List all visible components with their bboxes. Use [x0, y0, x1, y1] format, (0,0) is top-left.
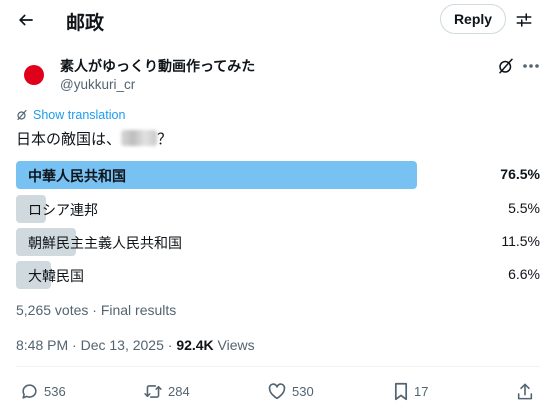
tweet-text-end: ？ [157, 131, 173, 148]
poll-summary: 5,265 votes · Final results [16, 302, 177, 318]
poll-option-label: 朝鮮民主主義人民共和国 [28, 235, 182, 251]
share-action-button[interactable] [516, 382, 534, 401]
tweet-text: 日本の敵国は、 ？ [16, 128, 172, 149]
more-icon[interactable] [520, 56, 542, 76]
poll-option-percent: 5.5% [508, 200, 540, 216]
like-icon [268, 383, 286, 400]
divider [16, 366, 540, 367]
poll-option-label: ロシア連邦 [28, 202, 98, 218]
avatar-flag-dot [24, 65, 44, 85]
blurred-text [121, 130, 158, 146]
reply-icon [22, 384, 37, 399]
reply-action-button[interactable]: 536 [20, 382, 66, 401]
top-bar: 邮政 Reply [0, 0, 554, 40]
poll-option: ロシア連邦 5.5% [16, 195, 540, 223]
avatar[interactable] [16, 57, 52, 93]
view-count: 92.4K [176, 337, 214, 353]
repost-count: 284 [168, 384, 190, 399]
like-action-button[interactable]: 530 [267, 382, 314, 400]
translate-icon [17, 109, 27, 121]
bookmark-count: 17 [414, 384, 429, 399]
show-translation-link[interactable]: Show translation [16, 108, 125, 122]
share-icon [517, 383, 533, 400]
poll-option-percent: 76.5% [500, 166, 540, 182]
grok-icon[interactable] [496, 56, 516, 76]
bookmark-icon [394, 382, 408, 401]
adjust-icon[interactable] [512, 8, 536, 32]
poll-option: 朝鮮民主主義人民共和国 11.5% [16, 228, 540, 256]
tweet-timestamp: 8:48 PM · Dec 13, 2025 · 92.4K Views [16, 337, 255, 353]
translation-label: Show translation [33, 108, 126, 122]
views-label: Views [213, 337, 255, 353]
page-title: 邮政 [66, 13, 105, 34]
poll-option: 中華人民共和国 76.5% [16, 161, 540, 189]
back-arrow-icon[interactable] [12, 6, 40, 34]
author-handle[interactable]: @yukkuri_cr [60, 77, 135, 92]
bookmark-action-button[interactable]: 17 [393, 382, 428, 401]
poll-option-percent: 11.5% [501, 233, 540, 249]
like-count: 530 [292, 383, 314, 399]
repost-action-button[interactable]: 284 [143, 382, 190, 401]
author-display-name[interactable]: 素人がゆっくり動画作ってみた [60, 56, 255, 76]
poll-option-label: 大韓民国 [28, 268, 84, 284]
repost-icon [144, 385, 162, 398]
reply-count: 536 [44, 384, 66, 399]
tweet-text-start: 日本の敵国は、 [16, 131, 122, 148]
poll-option-label: 中華人民共和国 [28, 168, 126, 184]
reply-button[interactable]: Reply [440, 4, 506, 34]
tweet-time[interactable]: 8:48 PM · Dec 13, 2025 · [16, 337, 176, 353]
poll-option: 大韓民国 6.6% [16, 261, 540, 289]
poll-option-percent: 6.6% [508, 266, 540, 282]
